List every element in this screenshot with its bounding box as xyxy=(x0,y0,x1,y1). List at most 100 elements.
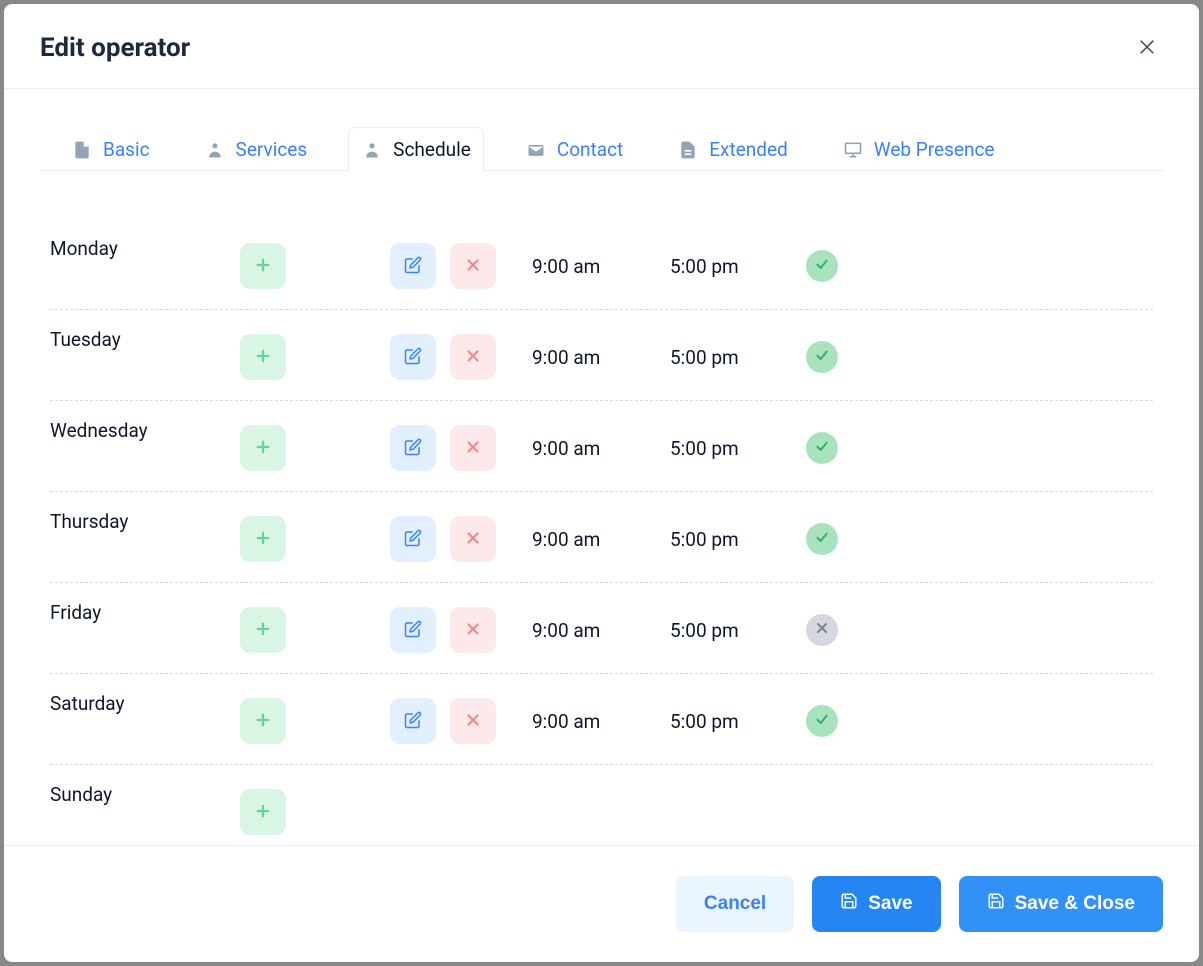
save-close-button[interactable]: Save & Close xyxy=(959,876,1163,932)
edit-slot-button[interactable] xyxy=(390,334,436,380)
tab-label: Basic xyxy=(103,138,150,161)
day-label: Thursday xyxy=(50,510,128,533)
modal-body: Basic Services Schedule Contact Extended Web … xyxy=(4,89,1199,845)
edit-slot-button[interactable] xyxy=(390,607,436,653)
slot-status-toggle[interactable] xyxy=(806,614,838,646)
x-icon xyxy=(464,711,482,732)
edit-slot-button[interactable] xyxy=(390,425,436,471)
delete-slot-button[interactable] xyxy=(450,607,496,653)
slot-status-toggle[interactable] xyxy=(806,250,838,282)
slot-start-time: 9:00 am xyxy=(532,528,648,551)
add-slot-button[interactable] xyxy=(240,698,286,744)
add-slot-button[interactable] xyxy=(240,516,286,562)
cancel-button[interactable]: Cancel xyxy=(676,876,794,932)
slot-start-time: 9:00 am xyxy=(532,346,648,369)
plus-icon xyxy=(254,529,272,550)
plus-icon xyxy=(254,711,272,732)
plus-icon xyxy=(254,256,272,277)
slot-end-time: 5:00 pm xyxy=(670,528,786,551)
edit-icon xyxy=(404,438,422,459)
delete-slot-button[interactable] xyxy=(450,334,496,380)
day-row: Friday 9:00 am 5:00 pm xyxy=(50,583,1153,674)
tab-basic[interactable]: Basic xyxy=(58,127,163,171)
edit-icon xyxy=(404,711,422,732)
add-slot-button[interactable] xyxy=(240,243,286,289)
tab-label: Services xyxy=(236,138,308,161)
save-icon xyxy=(840,892,858,916)
day-row: Sunday xyxy=(50,765,1153,845)
add-slot-button[interactable] xyxy=(240,607,286,653)
slot-start-time: 9:00 am xyxy=(532,619,648,642)
tab-label: Contact xyxy=(557,138,623,161)
edit-operator-modal: Edit operator Basic Services Schedule Conta… xyxy=(4,4,1199,962)
close-icon xyxy=(1137,37,1157,60)
add-slot-button[interactable] xyxy=(240,789,286,835)
slot-end-time: 5:00 pm xyxy=(670,346,786,369)
edit-slot-button[interactable] xyxy=(390,516,436,562)
slot-start-time: 9:00 am xyxy=(532,255,648,278)
modal-title: Edit operator xyxy=(40,33,190,63)
add-slot-button[interactable] xyxy=(240,425,286,471)
tab-schedule[interactable]: Schedule xyxy=(348,127,484,171)
check-icon xyxy=(814,711,830,731)
slot-end-time: 5:00 pm xyxy=(670,255,786,278)
modal-header: Edit operator xyxy=(4,4,1199,89)
delete-slot-button[interactable] xyxy=(450,516,496,562)
tab-label: Schedule xyxy=(393,138,471,161)
edit-slot-button[interactable] xyxy=(390,698,436,744)
save-button[interactable]: Save xyxy=(812,876,940,932)
slot-status-toggle[interactable] xyxy=(806,523,838,555)
check-icon xyxy=(814,256,830,276)
day-label: Wednesday xyxy=(50,419,148,442)
save-close-label: Save & Close xyxy=(1015,893,1135,915)
edit-icon xyxy=(404,620,422,641)
screen-icon xyxy=(842,139,864,161)
delete-slot-button[interactable] xyxy=(450,698,496,744)
x-icon xyxy=(464,529,482,550)
day-slot: 9:00 am5:00 pm xyxy=(390,419,1153,471)
tab-label: Web Presence xyxy=(874,138,995,161)
plus-icon xyxy=(254,802,272,823)
close-button[interactable] xyxy=(1131,32,1163,64)
bell-icon xyxy=(361,139,383,161)
edit-icon xyxy=(404,347,422,368)
check-icon xyxy=(814,438,830,458)
slot-start-time: 9:00 am xyxy=(532,437,648,460)
check-icon xyxy=(814,347,830,367)
day-row: Monday9:00 am5:00 pm xyxy=(50,219,1153,310)
day-label: Sunday xyxy=(50,783,112,806)
tab-services[interactable]: Services xyxy=(191,127,321,171)
slot-status-toggle[interactable] xyxy=(806,705,838,737)
cancel-label: Cancel xyxy=(704,893,766,915)
plus-icon xyxy=(254,620,272,641)
check-icon xyxy=(814,529,830,549)
slot-start-time: 9:00 am xyxy=(532,710,648,733)
day-slot: 9:00 am5:00 pm xyxy=(390,692,1153,744)
slot-status-toggle[interactable] xyxy=(806,341,838,373)
tabs: Basic Services Schedule Contact Extended Web … xyxy=(40,127,1163,171)
day-label: Saturday xyxy=(50,692,124,715)
edit-slot-button[interactable] xyxy=(390,243,436,289)
doc-icon xyxy=(677,139,699,161)
x-icon xyxy=(814,620,830,640)
save-label: Save xyxy=(868,893,912,915)
day-slot: 9:00 am 5:00 pm xyxy=(390,237,1153,289)
day-label: Friday xyxy=(50,601,101,624)
add-slot-button[interactable] xyxy=(240,334,286,380)
tab-contact[interactable]: Contact xyxy=(512,127,636,171)
day-slot xyxy=(390,783,1153,789)
tab-extended[interactable]: Extended xyxy=(664,127,801,171)
slot-status-toggle[interactable] xyxy=(806,432,838,464)
edit-icon xyxy=(404,529,422,550)
day-row: Thursday 9:00 am 5:00 pm xyxy=(50,492,1153,583)
delete-slot-button[interactable] xyxy=(450,243,496,289)
plus-icon xyxy=(254,347,272,368)
tab-label: Extended xyxy=(709,138,788,161)
modal-footer: Cancel Save Save & Close xyxy=(4,845,1199,962)
x-icon xyxy=(464,347,482,368)
tab-web[interactable]: Web Presence xyxy=(829,127,1008,171)
delete-slot-button[interactable] xyxy=(450,425,496,471)
plus-icon xyxy=(254,438,272,459)
x-icon xyxy=(464,256,482,277)
slot-end-time: 5:00 pm xyxy=(670,619,786,642)
